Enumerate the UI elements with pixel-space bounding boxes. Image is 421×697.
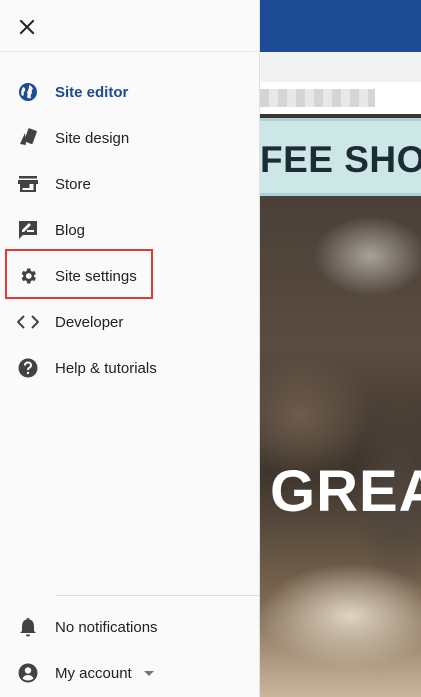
my-account-label: My account — [55, 664, 132, 682]
site-preview: : FEE SHOP GREAT — [260, 0, 421, 697]
account-icon — [16, 661, 40, 685]
preview-hero-photo: GREAT — [260, 196, 421, 697]
nav-item-label: Site settings — [55, 267, 137, 285]
footer-divider — [55, 595, 260, 596]
nav-item-label: Store — [55, 175, 91, 193]
help-icon — [16, 356, 40, 380]
nav-item-site-design[interactable]: Site design — [0, 115, 260, 161]
blog-icon — [16, 218, 40, 242]
notifications-item[interactable]: No notifications — [0, 604, 260, 650]
design-icon — [16, 126, 40, 150]
close-button[interactable] — [14, 14, 40, 40]
drawer-header — [0, 0, 260, 52]
nav-item-site-settings[interactable]: Site settings — [0, 253, 260, 299]
my-account-item[interactable]: My account — [0, 650, 260, 696]
preview-hero-text: GREAT — [270, 459, 421, 524]
nav-item-site-editor[interactable]: Site editor — [0, 69, 260, 115]
navigation-drawer: Site editor Site design Store Blog Site … — [0, 0, 260, 697]
preview-banner-text: FEE SHOP — [260, 139, 421, 180]
nav-item-blog[interactable]: Blog — [0, 207, 260, 253]
nav-item-label: Developer — [55, 313, 124, 331]
notifications-label: No notifications — [55, 618, 158, 636]
store-icon — [16, 172, 40, 196]
bell-icon — [16, 615, 40, 639]
nav-item-label: Blog — [55, 221, 86, 239]
preview-banner: FEE SHOP — [260, 118, 421, 196]
gear-icon — [16, 264, 40, 288]
globe-icon — [16, 80, 40, 104]
blurred-url — [260, 89, 375, 107]
nav-item-store[interactable]: Store — [0, 161, 260, 207]
close-icon — [19, 19, 35, 35]
nav-item-label: Site design — [55, 129, 130, 147]
nav-item-help[interactable]: Help & tutorials — [0, 345, 260, 391]
nav-item-developer[interactable]: Developer — [0, 299, 260, 345]
code-icon — [16, 310, 40, 334]
preview-url-bar: : — [260, 82, 421, 114]
nav-item-label: Site editor — [55, 83, 129, 101]
nav-item-label: Help & tutorials — [55, 359, 157, 377]
preview-top-bar — [260, 0, 421, 60]
chevron-down-icon[interactable] — [144, 671, 154, 676]
